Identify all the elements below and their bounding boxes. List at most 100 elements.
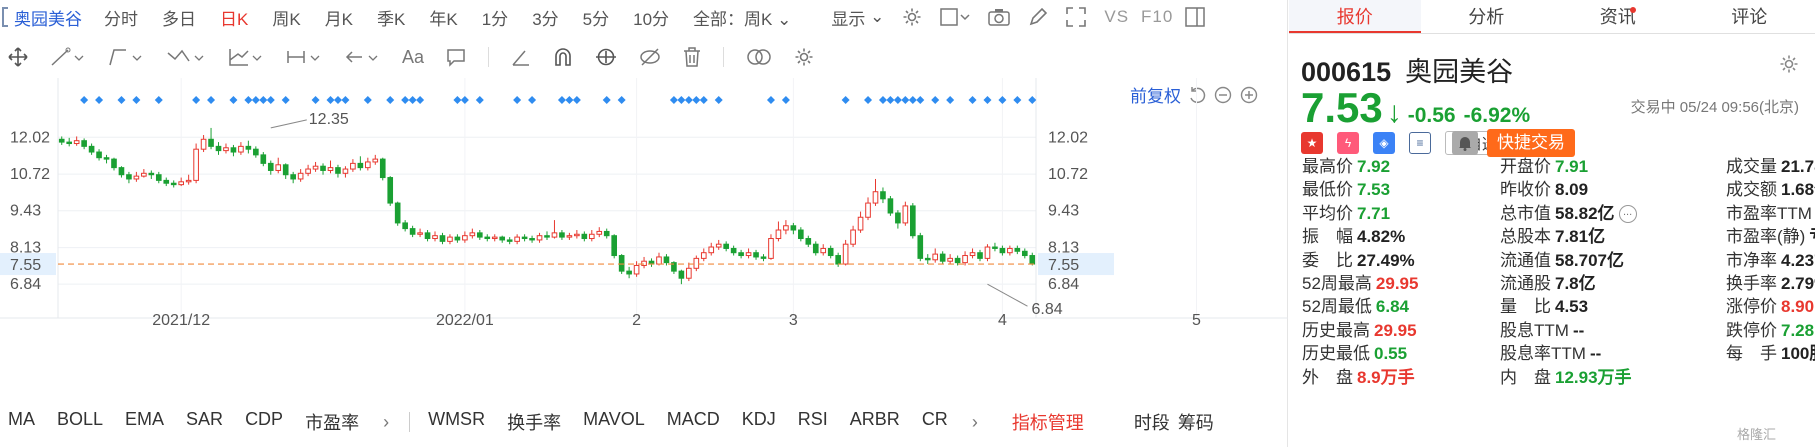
stat-label: 历史最低	[1302, 344, 1370, 364]
quote-tab[interactable]: 分析	[1421, 0, 1553, 33]
stat-value: 7.28	[1781, 320, 1815, 340]
candle-body	[880, 191, 886, 200]
candle-body	[910, 205, 916, 237]
period-tab[interactable]: 年K	[429, 5, 457, 30]
indicator-tab[interactable]: MACD	[667, 409, 720, 435]
stat-item: 52周最低 6.84	[1302, 292, 1409, 317]
quote-settings-gear-icon[interactable]	[1779, 54, 1799, 79]
period-tab[interactable]: 日K	[220, 5, 248, 30]
chevron-right-icon[interactable]: ›	[383, 412, 389, 433]
stat-item: 流通股 7.8亿	[1500, 269, 1596, 294]
period-tab[interactable]: 周K	[272, 5, 300, 30]
tag-icon[interactable]: ◈	[1373, 132, 1395, 154]
indicator-tab[interactable]: CR	[922, 409, 948, 435]
candle-body	[462, 235, 468, 241]
ruler-angle-icon[interactable]	[511, 47, 531, 67]
overlay-icon[interactable]	[746, 47, 772, 67]
wave-line-icon[interactable]	[166, 47, 206, 67]
indicator-divider	[409, 412, 411, 432]
arrow-left-icon[interactable]	[344, 47, 380, 67]
event-marker	[766, 96, 775, 104]
period-tab[interactable]: 分时	[104, 5, 138, 30]
event-marker	[1028, 96, 1037, 104]
indicator-tab[interactable]: MA	[8, 409, 35, 435]
quote-tab[interactable]: 资讯	[1552, 0, 1684, 33]
indicator-manage-button[interactable]: 指标管理	[1012, 409, 1084, 435]
candle-body	[596, 230, 603, 235]
stat-value: --	[1589, 344, 1602, 364]
quote-tab[interactable]: 评论	[1684, 0, 1815, 33]
bell-icon[interactable]	[1452, 131, 1478, 155]
y-tick-label-right: 10.72	[1048, 166, 1088, 183]
period-tab[interactable]: 5分	[583, 5, 609, 30]
x-tick-label: 2021/12	[152, 312, 210, 329]
stat-label: 振 幅	[1302, 227, 1353, 247]
stat-value: 7.8亿	[1555, 274, 1596, 293]
x-tick-label: 2022/01	[436, 312, 494, 329]
lock-drawings-icon[interactable]	[595, 47, 617, 67]
period-tab[interactable]: 10分	[633, 5, 669, 30]
camera-icon[interactable]	[988, 8, 1011, 26]
event-marker	[453, 96, 462, 104]
side-panel-icon[interactable]	[1185, 7, 1206, 27]
indicator-tab[interactable]: RSI	[798, 409, 828, 435]
indicator-tab[interactable]: KDJ	[742, 409, 776, 435]
all-period-select[interactable]: 全部：周K ⌄	[693, 5, 791, 30]
period-tab[interactable]: 多日	[162, 5, 196, 30]
stat-label: 流通值	[1500, 250, 1551, 270]
polyline-icon[interactable]	[108, 47, 144, 67]
settings-gear-icon[interactable]	[902, 7, 922, 27]
stat-label: 总市值	[1500, 203, 1551, 223]
period-tab[interactable]: 季K	[377, 5, 405, 30]
stat-item: 股息TTM --	[1500, 316, 1584, 341]
vs-button[interactable]: VS	[1104, 7, 1129, 27]
candle-body	[357, 162, 364, 169]
fibonacci-icon[interactable]	[228, 47, 264, 67]
last-price: 7.53	[1301, 84, 1383, 131]
indicator-tab[interactable]: SAR	[186, 409, 223, 435]
move-cross-icon[interactable]	[8, 47, 28, 67]
lightning-icon[interactable]: ϟ	[1337, 132, 1359, 154]
event-marker	[326, 96, 335, 104]
trade-status: 交易中 05/24 09:56(北京)	[1630, 99, 1799, 116]
china-flag-icon: ★	[1301, 132, 1323, 154]
comment-icon[interactable]	[446, 47, 466, 67]
chips-button[interactable]: 筹码	[1178, 409, 1214, 435]
session-button[interactable]: 时段	[1134, 409, 1170, 435]
quote-tab[interactable]: 报价	[1289, 0, 1421, 33]
chart-pane: 奥园美谷 分时 多日 日K 周K 月K 季K 年K 1分 3分 5分 10分 全部：周K ⌄ 显示 …	[0, 0, 1288, 447]
stat-value: 21.78万手	[1781, 157, 1815, 176]
candle-body	[992, 246, 998, 249]
stat-item: 市净率4.237	[1726, 246, 1815, 271]
period-tab[interactable]: 月K	[325, 5, 353, 30]
stock-name[interactable]: 奥园美谷	[14, 5, 82, 30]
indicator-tab[interactable]: 换手率	[507, 409, 561, 435]
text-tool-icon[interactable]: Aa	[402, 47, 424, 68]
chart-style-box-icon[interactable]	[940, 7, 970, 27]
magnet-icon[interactable]	[553, 47, 573, 67]
stat-label: 量 比	[1500, 297, 1551, 317]
indicator-tab[interactable]: MAVOL	[583, 409, 645, 435]
f10-button[interactable]: F10	[1141, 7, 1173, 27]
trash-icon[interactable]	[683, 47, 701, 67]
kline-chart[interactable]: 12.02 12.0210.72 10.729.43 9.438.13 8.136.84…	[0, 78, 1288, 393]
trend-line-icon[interactable]	[50, 47, 86, 67]
range-measure-icon[interactable]	[286, 47, 322, 67]
indicator-tab[interactable]: ARBR	[850, 409, 900, 435]
more-icon[interactable]: ...	[1618, 205, 1637, 224]
indicator-tab[interactable]: 市盈率	[305, 409, 359, 435]
hide-drawings-icon[interactable]	[639, 47, 661, 67]
period-tab[interactable]: 1分	[482, 5, 508, 30]
period-tab[interactable]: 3分	[532, 5, 558, 30]
draw-settings-gear-icon[interactable]	[794, 47, 814, 67]
indicator-tab[interactable]: CDP	[245, 409, 283, 435]
chevron-right-icon[interactable]: ›	[972, 412, 978, 433]
indicator-tab[interactable]: BOLL	[57, 409, 103, 435]
fullscreen-icon[interactable]	[1066, 7, 1087, 27]
pencil-icon[interactable]	[1028, 7, 1048, 27]
display-menu[interactable]: 显示 ⌄	[831, 5, 884, 30]
indicator-tab[interactable]: EMA	[125, 409, 164, 435]
notes-icon[interactable]: ≡	[1409, 132, 1431, 154]
stat-value: 8.09	[1555, 180, 1589, 200]
indicator-tab[interactable]: WMSR	[428, 409, 485, 435]
